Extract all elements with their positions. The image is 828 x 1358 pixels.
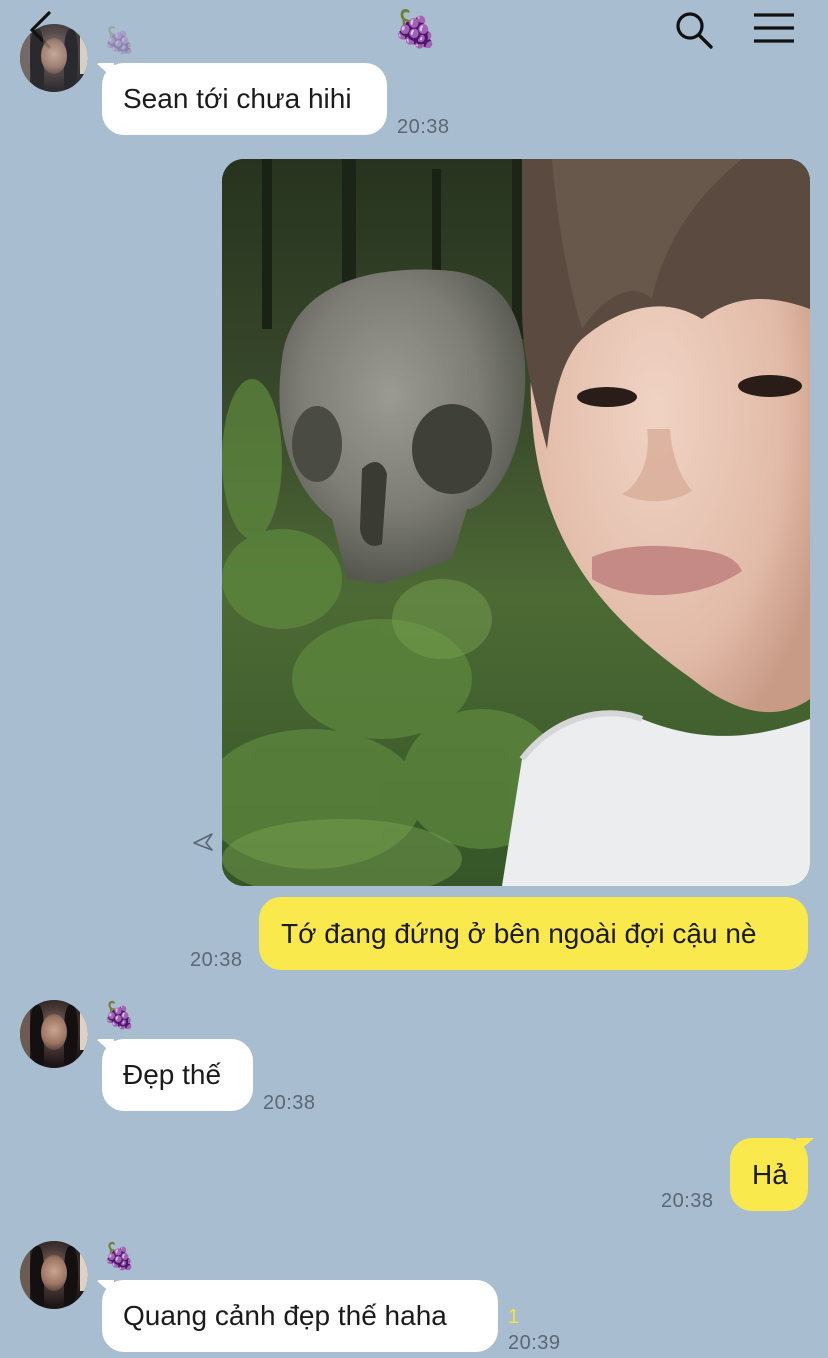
photo-message[interactable] xyxy=(222,159,810,886)
hamburger-menu-icon xyxy=(754,13,794,43)
message-text: Tớ đang đứng ở bên ngoài đợi cậu nè xyxy=(281,917,757,949)
unread-count: 1 xyxy=(508,1306,520,1328)
avatar[interactable] xyxy=(20,1000,88,1068)
share-arrow-icon xyxy=(193,833,213,851)
incoming-message-bubble[interactable]: Quang cảnh đẹp thế haha xyxy=(102,1280,498,1352)
avatar[interactable] xyxy=(20,1241,88,1309)
outgoing-message-bubble[interactable]: Tớ đang đứng ở bên ngoài đợi cậu nè xyxy=(259,897,808,970)
message-time: 20:38 xyxy=(661,1190,714,1212)
incoming-message-bubble[interactable]: Đẹp thế xyxy=(102,1039,253,1111)
search-button[interactable] xyxy=(670,6,718,54)
search-icon xyxy=(676,12,713,49)
sender-name: 🍇 xyxy=(103,1241,136,1271)
menu-button[interactable] xyxy=(750,6,798,50)
outgoing-message-bubble[interactable]: Hả xyxy=(730,1138,808,1211)
photo-image xyxy=(222,159,810,886)
message-text: Sean tới chưa hihi xyxy=(123,83,352,114)
message-text: Đẹp thế xyxy=(123,1059,222,1090)
message-time: 20:39 xyxy=(508,1332,561,1354)
message-text: Hả xyxy=(752,1158,788,1190)
share-button[interactable] xyxy=(192,832,214,859)
sender-name: 🍇 xyxy=(103,25,136,55)
sender-name: 🍇 xyxy=(103,1000,136,1030)
message-time: 20:38 xyxy=(190,949,243,971)
chat-title: 🍇 xyxy=(393,8,438,49)
avatar[interactable] xyxy=(20,24,88,92)
incoming-message-bubble[interactable]: Sean tới chưa hihi xyxy=(102,63,387,135)
message-time: 20:38 xyxy=(263,1092,316,1114)
message-text: Quang cảnh đẹp thế haha xyxy=(123,1300,447,1331)
message-time: 20:38 xyxy=(397,116,450,138)
